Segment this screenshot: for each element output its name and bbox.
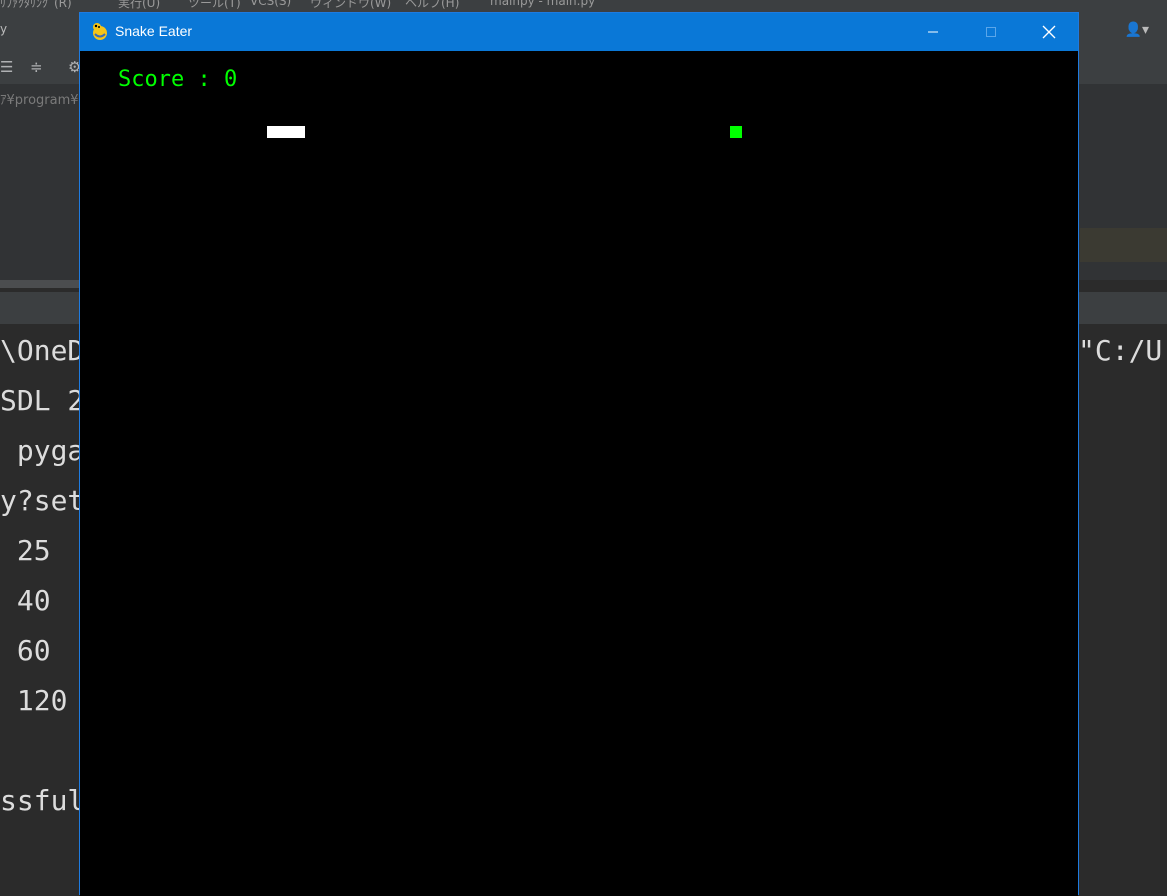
maximize-button[interactable] [962, 13, 1020, 51]
ide-menu-item[interactable]: VCS(S) [250, 0, 291, 8]
maximize-icon [986, 27, 996, 37]
close-button[interactable] [1020, 13, 1078, 51]
ide-path: ｱ¥program¥ [0, 93, 79, 108]
console-line: 25 [0, 534, 51, 567]
console-line: 120 [0, 684, 68, 717]
ide-project-label: y [0, 22, 8, 36]
console-line-right: "C:/U [1078, 334, 1163, 367]
console-line: SDL 2 [0, 384, 85, 417]
editor-line-highlight [1080, 228, 1167, 262]
user-icon[interactable]: 👤▾ [1125, 22, 1149, 38]
ide-menu-item[interactable]: 実行(U) [118, 0, 160, 11]
close-icon [1042, 25, 1056, 39]
ide-menubar: ﾘﾌｧｸﾀﾘﾝｸﾞ(R) 実行(U) ツール(T) VCS(S) ウィンドウ(W… [0, 0, 1167, 12]
horizontal-scrollbar[interactable] [0, 280, 80, 288]
console-line: 60 [0, 634, 51, 667]
console-line: \OneD [0, 334, 85, 367]
snake-food [730, 126, 742, 138]
snake-segment [286, 126, 305, 138]
console-line: pyga [0, 434, 85, 467]
snake-segment [267, 126, 286, 138]
window-title: Snake Eater [115, 23, 193, 39]
minimize-button[interactable] [904, 13, 962, 51]
ide-window-title: mainpy - main.py [490, 0, 596, 8]
minimize-icon [928, 31, 938, 33]
console-line: ssful [0, 784, 85, 817]
collapse-all-icon[interactable]: ≑ [30, 58, 43, 76]
pygame-snake-icon [93, 23, 107, 40]
ide-tool-icons: ☰ ≑ ⚙ [0, 58, 81, 78]
score-label: Score : 0 [118, 67, 238, 92]
expand-all-icon[interactable]: ☰ [0, 58, 13, 76]
ide-menu-item[interactable]: ヘルプ(H) [405, 0, 459, 11]
ide-menu-item[interactable]: ﾘﾌｧｸﾀﾘﾝｸﾞ(R) [0, 0, 72, 11]
ide-menu-item[interactable]: ツール(T) [188, 0, 241, 11]
ide-menu-item[interactable]: ウィンドウ(W) [310, 0, 391, 11]
console-line: y?set [0, 484, 85, 517]
console-line: 40 [0, 584, 51, 617]
game-canvas[interactable]: Score : 0 [80, 51, 1078, 896]
window-titlebar[interactable]: Snake Eater [80, 13, 1078, 51]
game-window: Snake Eater Score : 0 [79, 12, 1079, 896]
